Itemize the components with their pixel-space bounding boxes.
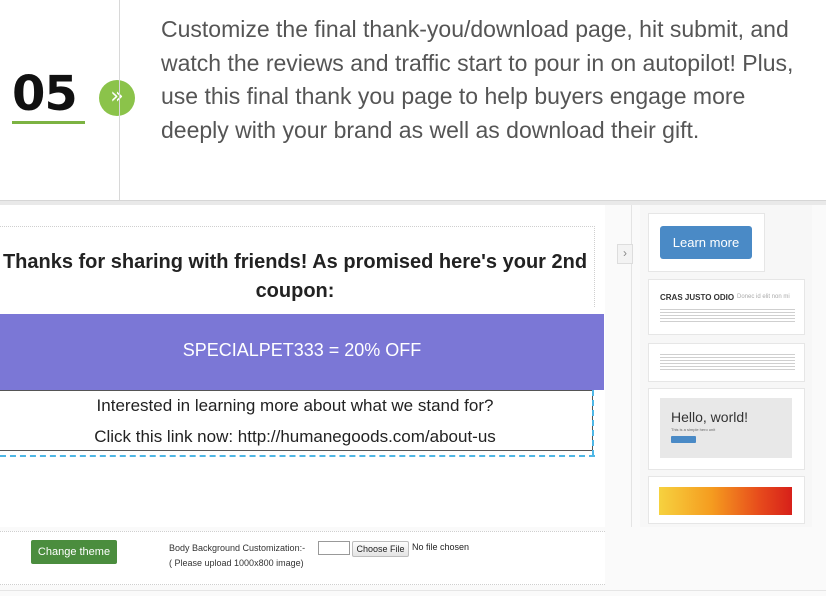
hero-subtitle: This is a simple hero unit: [671, 427, 716, 432]
panel-toggle-icon[interactable]: ›: [617, 244, 633, 264]
step-underline: [12, 121, 85, 124]
about-us-line-2: Click this link now: http://humanegoods.…: [94, 427, 496, 446]
selection-outline-bottom: [0, 455, 595, 457]
background-color-swatch[interactable]: [318, 541, 350, 555]
change-theme-button[interactable]: Change theme: [31, 540, 117, 564]
bottom-divider: [0, 590, 826, 591]
hero-button: [671, 436, 696, 443]
learn-more-button[interactable]: Learn more: [660, 226, 752, 259]
file-status: No file chosen: [412, 542, 470, 552]
step-number: 05: [12, 66, 78, 122]
chevron-right-icon: »: [99, 80, 135, 116]
cras-subtitle: Donec id elit non mi: [737, 294, 790, 300]
background-note: ( Please upload 1000x800 image): [169, 558, 304, 568]
coupon-banner[interactable]: SPECIALPET333 = 20% OFF: [0, 314, 604, 390]
hero-title: Hello, world!: [671, 409, 749, 425]
background-label: Body Background Customization:-: [169, 543, 306, 553]
placeholder-paragraph-lines: [660, 352, 795, 370]
choose-file-button[interactable]: Choose File: [352, 541, 409, 557]
divider: [119, 0, 120, 200]
about-us-line-1: Interested in learning more about what w…: [96, 396, 494, 415]
placeholder-text-lines: [660, 307, 795, 322]
cras-title: CRAS JUSTO ODIO: [660, 293, 735, 302]
step-description: Customize the final thank-you/download p…: [161, 16, 794, 143]
selection-outline-right: [592, 390, 594, 456]
thanks-heading[interactable]: Thanks for sharing with friends! As prom…: [0, 248, 590, 306]
image-preview: [659, 487, 792, 515]
